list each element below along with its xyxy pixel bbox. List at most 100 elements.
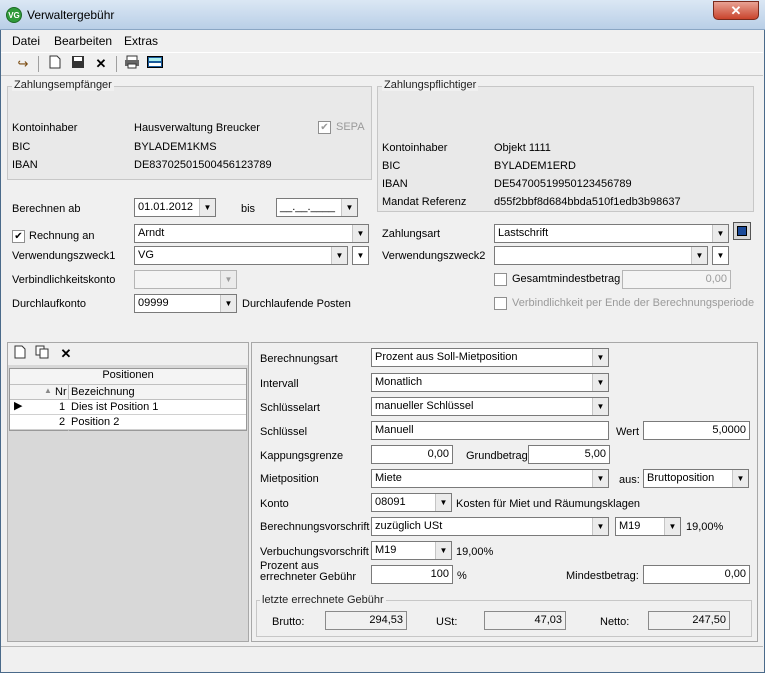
- transit-label: Durchlaufkonto: [12, 298, 86, 310]
- transit-select[interactable]: 09999 ▼: [134, 294, 237, 313]
- print-icon[interactable]: [123, 55, 141, 73]
- payee-iban: DE83702501500456123789: [134, 159, 272, 171]
- from-label: aus:: [619, 474, 640, 486]
- booking-rule-label: Verbuchungsvorschrift: [260, 546, 369, 558]
- calc-from-date[interactable]: 01.01.2012 ▼: [134, 198, 216, 217]
- account-select[interactable]: 08091 ▼: [371, 493, 452, 512]
- calc-rule-select[interactable]: zuzüglich USt ▼: [371, 517, 609, 536]
- exit-icon[interactable]: ↪: [14, 55, 32, 73]
- rent-pos-select[interactable]: Miete ▼: [371, 469, 609, 488]
- payee-bic-label: BIC: [12, 141, 31, 153]
- percent-field[interactable]: 100: [371, 565, 453, 584]
- payer-legend: Zahlungspflichtiger: [382, 79, 479, 91]
- invoice-to-select[interactable]: Arndt ▼: [134, 224, 369, 243]
- menu-bearbeiten[interactable]: Bearbeiten: [54, 34, 112, 48]
- liability-end-checkbox[interactable]: [494, 297, 507, 310]
- payer-owner-label: Kontoinhaber: [382, 142, 448, 154]
- table-row[interactable]: [10, 415, 246, 430]
- calc-from-label: Berechnen ab: [12, 203, 81, 215]
- payee-owner-label: Kontoinhaber: [12, 122, 78, 134]
- row-name: Dies ist Position 1: [71, 401, 159, 413]
- cap-label: Kappungsgrenze: [260, 450, 344, 462]
- payer-bic-label: BIC: [382, 160, 401, 172]
- window-title: Verwaltergebühr: [27, 8, 115, 22]
- purpose2-select[interactable]: ▼: [494, 246, 708, 265]
- payment-type-select[interactable]: Lastschrift ▼: [494, 224, 729, 243]
- vat-value: 47,03: [484, 611, 566, 630]
- payer-owner: Objekt 1111: [494, 142, 551, 154]
- booking-tax-select[interactable]: M19 ▼: [371, 541, 452, 560]
- liability-label: Verbindlichkeitskonto: [12, 274, 116, 286]
- column-bezeichnung[interactable]: Bezeichnung: [71, 386, 135, 398]
- calc-type-select[interactable]: Prozent aus Soll-Mietposition ▼: [371, 348, 609, 367]
- purpose1-select[interactable]: VG ▼: [134, 246, 348, 265]
- vat-label: USt:: [436, 616, 458, 628]
- payer-iban: DE54700519950123456789: [494, 178, 632, 190]
- invoice-label: Rechnung an: [29, 230, 95, 242]
- calc-tax-select[interactable]: M19 ▼: [615, 517, 681, 536]
- calculator-icon[interactable]: [146, 55, 164, 73]
- invoice-checkbox[interactable]: ✔: [12, 230, 25, 243]
- account-description: Kosten für Miet und Räumungsklagen: [456, 498, 641, 510]
- purpose2-label: Verwendungszweck2: [382, 250, 486, 262]
- net-value: 247,50: [648, 611, 730, 630]
- payee-owner: Hausverwaltung Breucker: [134, 122, 260, 134]
- value-field[interactable]: 5,0000: [643, 421, 750, 440]
- menu-bar: [1, 31, 763, 51]
- booking-tax-percent: 19,00%: [456, 546, 494, 558]
- net-label: Netto:: [600, 616, 630, 628]
- new-document-icon[interactable]: [46, 55, 64, 73]
- app-icon: VG: [6, 7, 22, 23]
- save-icon[interactable]: [69, 55, 87, 73]
- key-field[interactable]: Manuell: [371, 421, 609, 440]
- base-field[interactable]: 5,00: [528, 445, 610, 464]
- cap-field[interactable]: 0,00: [371, 445, 453, 464]
- payee-bic: BYLADEM1KMS: [134, 141, 217, 153]
- min-amount-label: Mindestbetrag:: [566, 570, 639, 582]
- sepa-checkbox[interactable]: ✔: [318, 121, 331, 134]
- purpose1-label: Verwendungszweck1: [12, 250, 116, 262]
- purpose1-extra-dropdown[interactable]: ▼: [352, 246, 369, 265]
- liability-select[interactable]: ▼: [134, 270, 237, 289]
- to-label: bis: [241, 203, 256, 215]
- from-select[interactable]: Bruttoposition ▼: [643, 469, 749, 488]
- copy-position-icon[interactable]: [33, 345, 51, 363]
- close-button[interactable]: ✕: [713, 1, 759, 20]
- to-date[interactable]: __.__.____ ▼: [276, 198, 358, 217]
- positions-header: Positionen: [10, 369, 246, 385]
- payer-iban-label: IBAN: [382, 178, 408, 190]
- delete-icon[interactable]: ✕: [92, 55, 110, 73]
- sort-up-icon[interactable]: ▲: [44, 386, 52, 395]
- min-total-checkbox[interactable]: [494, 273, 507, 286]
- column-nr[interactable]: Nr: [55, 386, 67, 398]
- payee-iban-label: IBAN: [12, 159, 38, 171]
- title-bar: [0, 0, 765, 30]
- interval-label: Intervall: [260, 378, 299, 390]
- rent-pos-label: Mietposition: [260, 473, 319, 485]
- add-position-icon[interactable]: [11, 345, 29, 363]
- toolbar-separator: [38, 56, 39, 72]
- payee-legend: Zahlungsempfänger: [12, 79, 114, 91]
- min-amount-field[interactable]: 0,00: [643, 565, 750, 584]
- gross-label: Brutto:: [272, 616, 305, 628]
- payer-bic: BYLADEM1ERD: [494, 160, 576, 172]
- min-total-label: Gesamtmindestbetrag: [512, 273, 621, 285]
- calc-tax-percent: 19,00%: [686, 521, 724, 533]
- interval-select[interactable]: Monatlich ▼: [371, 373, 609, 392]
- purpose2-extra-dropdown[interactable]: ▼: [712, 246, 729, 265]
- min-total-field[interactable]: 0,00: [622, 270, 731, 289]
- mandate-button[interactable]: [733, 222, 751, 240]
- row-nr: 1: [59, 401, 66, 413]
- key-type-select[interactable]: manueller Schlüssel ▼: [371, 397, 609, 416]
- base-label: Grundbetrag: [466, 450, 528, 462]
- gross-value: 294,53: [325, 611, 407, 630]
- status-bar: [1, 647, 763, 671]
- menu-datei[interactable]: Datei: [12, 34, 40, 48]
- transit-description: Durchlaufende Posten: [242, 298, 351, 310]
- calc-rule-label: Berechnungsvorschrift: [260, 521, 370, 533]
- value-label: Wert: [616, 426, 640, 438]
- delete-position-icon[interactable]: ✕: [57, 345, 75, 363]
- menu-extras[interactable]: Extras: [124, 34, 158, 48]
- row-selector-icon: ▶: [14, 400, 23, 412]
- toolbar-separator: [116, 56, 117, 72]
